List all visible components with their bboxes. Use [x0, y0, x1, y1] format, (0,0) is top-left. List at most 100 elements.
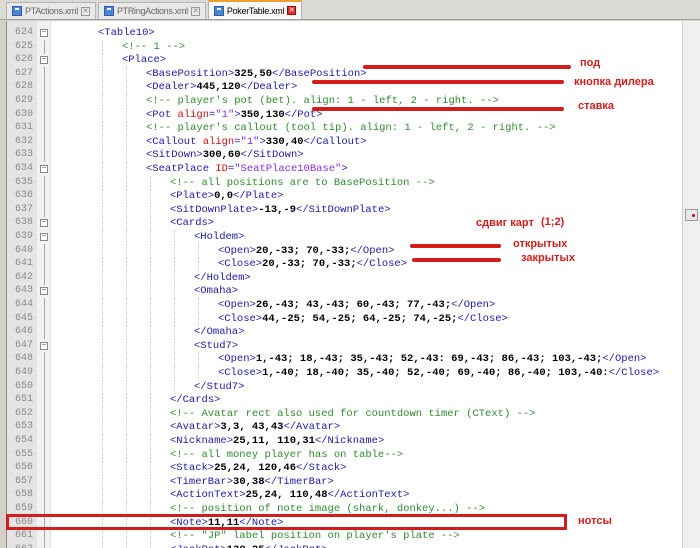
indent-guide — [102, 162, 103, 176]
indent-guide — [126, 447, 127, 462]
fold-guide — [44, 243, 45, 258]
vertical-scrollbar[interactable] — [682, 21, 700, 548]
fold-toggle-icon[interactable]: − — [40, 29, 48, 37]
token-tag: <Dealer> — [146, 81, 197, 94]
token-txt: 25,24, 110,48 — [245, 489, 328, 502]
indent-guide — [126, 338, 127, 353]
annotation-line-close — [412, 258, 501, 262]
token-tag: <TimerBar> — [170, 475, 234, 488]
indent-guide — [150, 379, 151, 394]
indent-guide — [126, 461, 127, 476]
token-tag: </Close> — [608, 367, 660, 379]
code-text: <!-- all money player has on table--> — [170, 448, 403, 462]
code-line: 641 <Close>20,-33; 70,-33;</Close> — [7, 257, 682, 272]
annotation-closed: закрытых — [521, 252, 575, 264]
code-text: <!-- "JP" label position on player's pla… — [170, 529, 460, 543]
indent-guide — [126, 379, 127, 394]
code-text: <Dealer>445,120</Dealer> — [146, 80, 297, 94]
indent-guide — [150, 230, 151, 244]
token-tag: </Close> — [356, 258, 408, 271]
token-tag: </Holdem> — [194, 271, 251, 284]
token-tag: </Open> — [350, 244, 395, 257]
line-number: 656 — [14, 462, 33, 474]
line-number: 645 — [14, 312, 33, 324]
code-text: </Stud7> — [194, 380, 244, 394]
indent-guide — [102, 257, 103, 272]
indent-guide — [174, 230, 175, 244]
annotation-line-open — [410, 244, 501, 248]
indent-guide — [150, 338, 151, 353]
indent-guide — [198, 366, 199, 380]
token-tag: <Close> — [218, 312, 263, 325]
fold-toggle-icon[interactable]: − — [40, 56, 48, 65]
fold-guide — [44, 148, 45, 163]
indent-guide — [102, 474, 103, 489]
token-txt: 20,-33; 70,-33; — [255, 244, 351, 257]
token-com: <!-- all positions are to BasePosition -… — [170, 176, 435, 189]
indent-guide — [126, 202, 127, 217]
fold-guide — [44, 66, 45, 81]
token-tag: <Table10> — [98, 27, 155, 39]
line-number: 647 — [14, 339, 33, 351]
annotation-line-pot — [312, 107, 564, 111]
token-com: <!-- Avatar rect also used for countdown… — [170, 407, 536, 420]
indent-guide — [102, 66, 103, 81]
code-line: 661 <!-- "JP" label position on player's … — [7, 529, 682, 544]
fold-guide — [44, 393, 45, 408]
code-text: <Stack>25,24, 120,46</Stack> — [170, 461, 346, 475]
indent-guide — [150, 542, 151, 548]
tab-pokertable-xml[interactable]: PokerTable.xml ✕ — [207, 0, 303, 19]
token-tag: <BasePosition> — [146, 67, 235, 80]
close-tab-icon[interactable]: ✕ — [190, 6, 200, 16]
indent-guide — [150, 175, 151, 190]
indent-guide — [150, 366, 151, 380]
indent-guide — [126, 352, 127, 367]
code-text: <Open>20,-33; 70,-33;</Open> — [218, 244, 394, 258]
token-attr: align — [202, 135, 235, 148]
line-number: 662 — [9, 543, 33, 548]
fold-toggle-icon[interactable]: − — [40, 341, 48, 350]
tab-ptactions-xml[interactable]: PTActions.xml ✕ — [6, 2, 96, 19]
close-tab-icon[interactable]: ✕ — [287, 6, 297, 15]
code-text: <SitDownPlate>-13,-9</SitDownPlate> — [170, 203, 391, 217]
token-attr: align — [177, 108, 210, 121]
indent-guide — [174, 311, 175, 326]
indent-guide — [126, 107, 127, 122]
indent-guide — [102, 284, 103, 299]
fold-toggle-icon[interactable]: − — [40, 233, 48, 241]
fold-toggle-icon[interactable]: − — [40, 165, 48, 173]
fold-toggle-icon[interactable]: − — [40, 219, 48, 228]
code-text: <ActionText>25,24, 110,48</ActionText> — [170, 488, 409, 502]
indent-guide — [126, 230, 127, 244]
code-line: 635 <!-- all positions are to BasePositio… — [7, 175, 682, 190]
code-text: <Omaha> — [194, 284, 238, 298]
fold-guide — [44, 406, 45, 421]
tab-label: PokerTable.xml — [226, 5, 285, 16]
indent-guide — [102, 80, 103, 95]
indent-guide — [102, 379, 103, 394]
annotation-bet: ставка — [578, 100, 615, 112]
code-line: 646 </Omaha> — [7, 325, 682, 340]
indent-guide — [102, 134, 103, 149]
indent-guide — [126, 311, 127, 326]
close-tab-icon[interactable]: ✕ — [80, 6, 90, 16]
line-number: 658 — [14, 489, 33, 501]
tab-ptringactions-xml[interactable]: PTRingActions.xml ✕ — [97, 2, 206, 19]
fold-guide — [44, 311, 45, 326]
indent-guide — [102, 243, 103, 258]
indent-guide — [102, 298, 103, 312]
indent-guide — [174, 284, 175, 299]
fold-toggle-icon[interactable]: − — [40, 287, 48, 296]
indent-guide — [198, 243, 199, 258]
code-text: <TimerBar>30,38</TimerBar> — [170, 475, 334, 489]
indent-guide — [102, 189, 103, 204]
indent-guide — [102, 216, 103, 231]
code-line: 624− <Table10> — [7, 26, 682, 40]
scrollbar-thumb[interactable] — [685, 209, 698, 221]
indent-guide — [126, 270, 127, 285]
token-tag: </Stack> — [296, 462, 347, 475]
annotation-line-base-position — [363, 65, 571, 69]
line-number: 661 — [14, 530, 33, 542]
token-tag: </Omaha> — [194, 326, 245, 339]
indent-guide — [126, 406, 127, 421]
